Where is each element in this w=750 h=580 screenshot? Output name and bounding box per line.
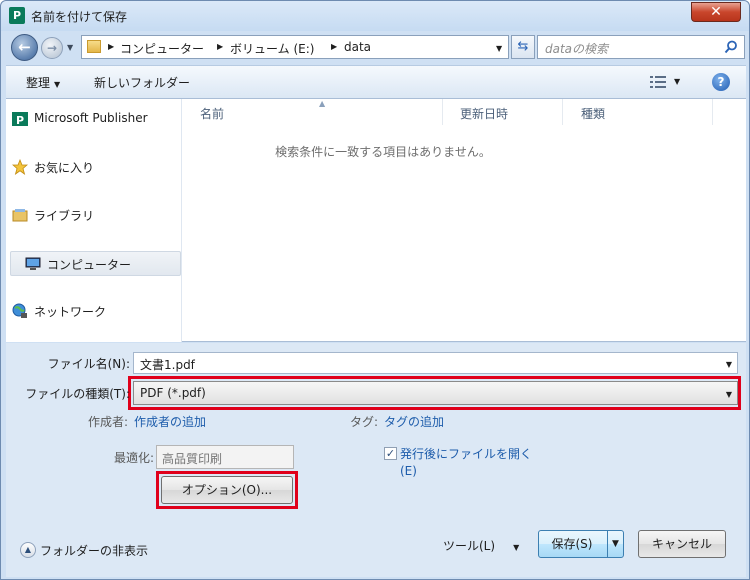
- view-options-icon[interactable]: [650, 76, 666, 88]
- sidebar-item-publisher[interactable]: P Microsoft Publisher: [12, 108, 180, 130]
- column-header-name[interactable]: ▲ 名前: [183, 99, 443, 125]
- save-as-dialog: P 名前を付けて保存 ✕ ← → ▼ ▶ コンピューター ▶ ボリューム (E:…: [0, 0, 750, 580]
- sidebar-item-label: ネットワーク: [34, 305, 107, 319]
- author-label: 作成者:: [88, 415, 129, 429]
- filetype-label: ファイルの種類(T):: [25, 387, 130, 401]
- column-header-type[interactable]: 種類: [563, 99, 713, 125]
- save-dropdown-icon[interactable]: ▼: [607, 531, 623, 557]
- filename-label: ファイル名(N):: [47, 357, 130, 371]
- sidebar-item-label: お気に入り: [34, 161, 95, 175]
- library-icon: [12, 209, 28, 222]
- breadcrumb-arrow-icon[interactable]: ▶: [331, 42, 337, 51]
- column-header-modified[interactable]: 更新日時: [443, 99, 563, 125]
- close-button[interactable]: ✕: [691, 2, 741, 22]
- navigation-bar: ← → ▼ ▶ コンピューター ▶ ボリューム (E:) ▶ data ▼ ⇆ …: [5, 31, 747, 63]
- folder-icon: [87, 40, 101, 53]
- open-after-publish-label-accel[interactable]: (E): [400, 464, 417, 478]
- cancel-button[interactable]: キャンセル: [638, 530, 726, 558]
- filename-field[interactable]: 文書1.pdf ▼: [133, 352, 738, 374]
- computer-icon: [25, 257, 41, 270]
- search-input[interactable]: dataの検索: [545, 40, 608, 57]
- open-after-publish-label[interactable]: 発行後にファイルを開く: [400, 445, 532, 462]
- help-icon[interactable]: ?: [712, 73, 730, 91]
- sidebar-item-label: Microsoft Publisher: [34, 111, 148, 125]
- chevron-down-icon: ▼: [513, 543, 520, 552]
- chevron-down-icon[interactable]: ▼: [726, 360, 732, 369]
- organize-menu[interactable]: 整理 ▼: [26, 74, 60, 91]
- hide-folders-toggle[interactable]: フォルダーの非表示: [40, 542, 148, 559]
- forward-button[interactable]: →: [41, 37, 63, 59]
- search-box[interactable]: dataの検索: [537, 35, 745, 59]
- breadcrumb-arrow-icon[interactable]: ▶: [217, 42, 223, 51]
- optimize-field: 高品質印刷: [156, 445, 294, 469]
- address-dropdown-icon[interactable]: ▼: [496, 44, 502, 53]
- publisher-app-icon: P: [9, 7, 25, 24]
- optimize-value: 高品質印刷: [162, 452, 223, 466]
- refresh-icon[interactable]: ⇆: [511, 35, 535, 59]
- add-tag-link[interactable]: タグの追加: [384, 413, 444, 430]
- sidebar-item-network[interactable]: ネットワーク: [12, 300, 180, 322]
- save-options-panel: ファイル名(N): 文書1.pdf ▼ ファイルの種類(T): PDF (*.p…: [6, 343, 746, 577]
- optimize-label: 最適化:: [114, 451, 155, 465]
- sidebar-item-label: コンピューター: [47, 258, 132, 272]
- tools-menu[interactable]: ツール(L) ▼: [443, 537, 519, 554]
- sidebar-item-label: ライブラリ: [34, 209, 95, 223]
- sidebar-item-computer[interactable]: コンピューター: [10, 251, 181, 276]
- add-author-link[interactable]: 作成者の追加: [134, 413, 206, 430]
- recent-pages-dropdown-icon[interactable]: ▼: [67, 43, 73, 52]
- open-after-publish-checkbox[interactable]: ✓: [384, 447, 397, 460]
- tag-label: タグ:: [350, 415, 379, 429]
- filename-input[interactable]: 文書1.pdf: [140, 356, 195, 373]
- breadcrumb-data[interactable]: data: [344, 40, 371, 54]
- save-button[interactable]: 保存(S) ▼: [538, 530, 624, 558]
- title-bar: P 名前を付けて保存 ✕: [1, 1, 749, 31]
- sort-ascending-icon: ▲: [319, 99, 326, 108]
- empty-results-message: 検索条件に一致する項目はありません。: [275, 145, 491, 159]
- network-icon: [12, 303, 27, 318]
- sidebar-item-libraries[interactable]: ライブラリ: [12, 204, 180, 226]
- breadcrumb-volume[interactable]: ボリューム (E:): [230, 40, 314, 57]
- filetype-select[interactable]: PDF (*.pdf) ▼: [133, 381, 738, 405]
- collapse-up-icon[interactable]: ▲: [20, 542, 36, 558]
- options-button[interactable]: オプション(O)...: [161, 476, 293, 504]
- star-icon: [12, 159, 28, 175]
- filetype-value: PDF (*.pdf): [140, 386, 206, 400]
- browser-pane: P Microsoft Publisher お気に入り ライブラリ コンピュータ…: [6, 99, 746, 342]
- address-bar[interactable]: ▶ コンピューター ▶ ボリューム (E:) ▶ data ▼: [81, 35, 509, 59]
- view-dropdown-icon[interactable]: ▼: [674, 77, 680, 86]
- svg-text:P: P: [16, 114, 24, 127]
- file-list: ▲ 名前 更新日時 種類 検索条件に一致する項目はありません。: [183, 99, 746, 342]
- breadcrumb-arrow-icon[interactable]: ▶: [108, 42, 114, 51]
- search-icon[interactable]: [724, 40, 738, 54]
- command-bar: 整理 ▼ 新しいフォルダー ▼ ?: [6, 65, 746, 99]
- breadcrumb-computer[interactable]: コンピューター: [120, 40, 204, 57]
- navigation-pane: P Microsoft Publisher お気に入り ライブラリ コンピュータ…: [6, 99, 182, 342]
- window-title: 名前を付けて保存: [31, 10, 128, 24]
- back-button[interactable]: ←: [11, 34, 38, 61]
- chevron-down-icon: ▼: [54, 80, 61, 89]
- chevron-down-icon[interactable]: ▼: [726, 390, 732, 399]
- new-folder-button[interactable]: 新しいフォルダー: [94, 74, 190, 91]
- sidebar-item-favorites[interactable]: お気に入り: [12, 156, 180, 178]
- publisher-icon: P: [12, 112, 28, 127]
